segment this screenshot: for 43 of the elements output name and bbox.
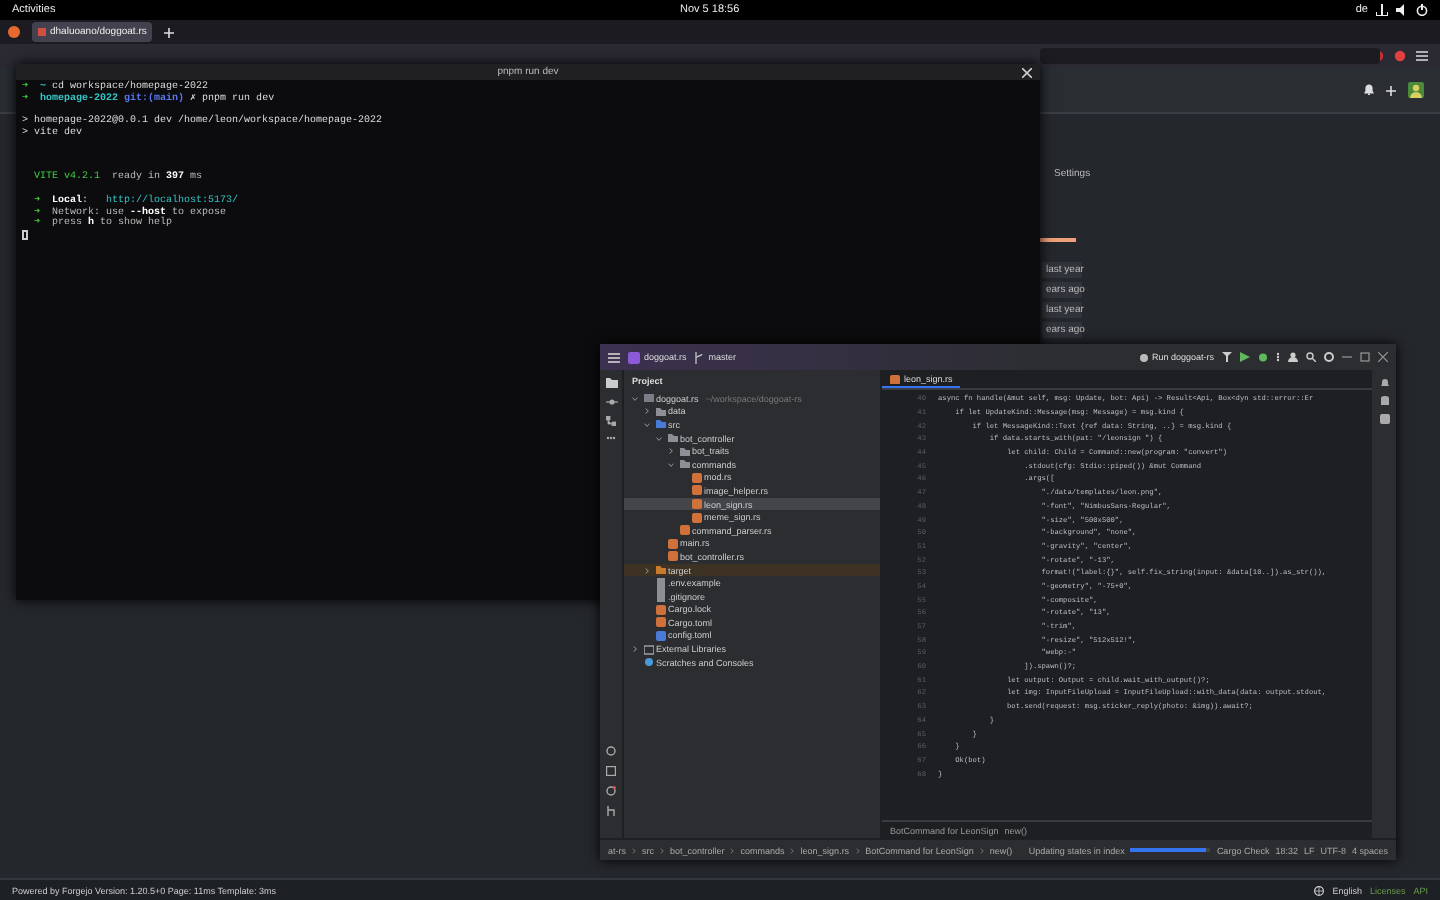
- avatar-icon[interactable]: [1408, 82, 1424, 98]
- close-icon[interactable]: [1022, 67, 1032, 77]
- notifications-icon[interactable]: [1379, 378, 1389, 388]
- minimize-icon[interactable]: [1342, 352, 1352, 362]
- people-icon[interactable]: [1288, 352, 1298, 362]
- globe-icon: [1314, 885, 1325, 895]
- folder-icon: [655, 564, 665, 577]
- chevron-icon: [855, 847, 860, 853]
- terminal-icon[interactable]: [606, 766, 616, 776]
- library-icon: [643, 643, 653, 656]
- structure-icon[interactable]: [606, 416, 616, 426]
- new-tab-icon[interactable]: [164, 27, 174, 37]
- rust-file-icon: [890, 373, 900, 383]
- commit-icon[interactable]: [605, 398, 617, 406]
- power-icon[interactable]: [1416, 4, 1428, 16]
- chevron-icon: [730, 847, 735, 853]
- close-icon[interactable]: [1378, 352, 1388, 362]
- config-file-icon: [655, 629, 665, 642]
- console-icon: [643, 656, 653, 669]
- search-icon[interactable]: [1306, 352, 1316, 362]
- debug-icon[interactable]: [1258, 352, 1268, 362]
- build-icon[interactable]: [1222, 352, 1232, 362]
- run-config-icon: [1139, 353, 1148, 361]
- browser-logo-icon[interactable]: [8, 26, 20, 38]
- problems-icon[interactable]: [606, 786, 616, 796]
- site-icon: [38, 28, 46, 36]
- main-menu-icon[interactable]: [608, 351, 620, 363]
- plus-icon[interactable]: [1386, 85, 1396, 95]
- text-cursor: [22, 229, 28, 240]
- folder-icon[interactable]: [605, 378, 617, 388]
- bell-icon[interactable]: [1364, 84, 1374, 96]
- branch-icon: [694, 351, 705, 363]
- chevron-icon[interactable]: [632, 646, 638, 653]
- database-icon[interactable]: [1379, 396, 1389, 406]
- project-icon: [628, 351, 640, 363]
- chevron-icon: [979, 847, 984, 853]
- chevron-icon: [790, 847, 795, 853]
- maximize-icon[interactable]: [1360, 352, 1370, 362]
- menu-icon[interactable]: [1416, 50, 1428, 62]
- run-icon[interactable]: [1240, 352, 1250, 362]
- volume-icon[interactable]: [1396, 4, 1408, 16]
- chevron-icon[interactable]: [644, 567, 650, 574]
- module-icon: [643, 392, 653, 405]
